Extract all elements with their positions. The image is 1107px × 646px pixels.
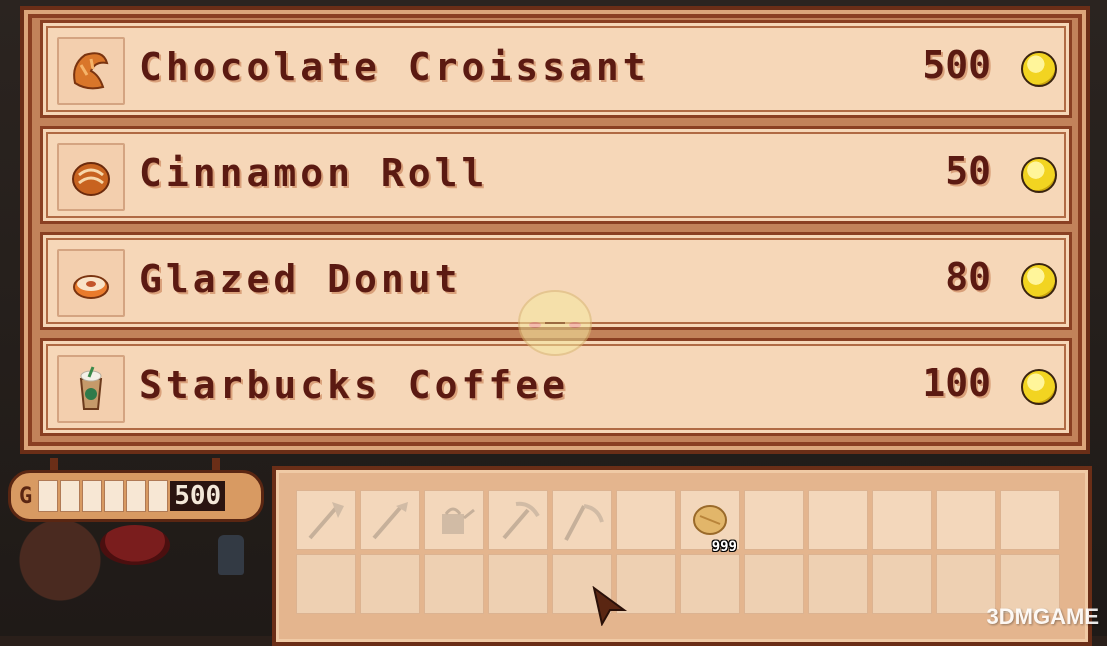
item-price: 100	[922, 361, 991, 405]
money-digit-cell	[38, 480, 59, 512]
item-price: 80	[945, 255, 991, 299]
croissant-icon	[57, 37, 125, 105]
money-digit-cell	[148, 480, 169, 512]
cinnamon-roll-icon	[57, 143, 125, 211]
inventory-slot[interactable]	[1000, 490, 1060, 550]
inventory-slot[interactable]	[360, 490, 420, 550]
inventory-grid: 999	[296, 490, 1060, 614]
donut-icon	[57, 249, 125, 317]
money-digit-cell	[104, 480, 125, 512]
seed-bag-icon	[693, 505, 727, 535]
gold-coin-icon	[1021, 51, 1057, 87]
gold-coin-icon	[1021, 157, 1057, 193]
shop-panel: Chocolate Croissant 500 Cinnamon Roll 50…	[20, 6, 1090, 454]
inventory-slot[interactable]	[296, 554, 356, 614]
inventory-slot[interactable]	[808, 554, 868, 614]
inventory-slot[interactable]	[488, 554, 548, 614]
gold-coin-icon	[1021, 369, 1057, 405]
money-digit-cell	[126, 480, 147, 512]
item-name: Glazed Donut	[139, 257, 462, 301]
watermark-text: 3DMGAME	[986, 604, 1099, 629]
stool	[100, 525, 170, 565]
inventory-slot[interactable]: 999	[680, 490, 740, 555]
money-value: 500	[170, 481, 226, 511]
item-name: Cinnamon Roll	[139, 151, 489, 195]
gold-label: G	[19, 483, 33, 509]
pointer-cursor-icon	[592, 586, 628, 626]
watering-can-icon	[442, 507, 475, 534]
hoe-icon	[372, 502, 408, 540]
item-name: Chocolate Croissant	[139, 45, 650, 89]
money-digit-cell	[82, 480, 103, 512]
axe-icon	[308, 502, 344, 540]
pickaxe-icon	[502, 501, 540, 540]
scythe-icon	[564, 504, 604, 541]
shop-item-row[interactable]: Chocolate Croissant 500	[40, 20, 1072, 118]
gold-coin-icon	[1021, 263, 1057, 299]
inventory-slot[interactable]	[744, 554, 804, 614]
inventory-slot[interactable]	[360, 554, 420, 614]
shop-item-row[interactable]: Cinnamon Roll 50	[40, 126, 1072, 224]
inventory-slot[interactable]	[936, 490, 996, 550]
inventory-slot[interactable]	[488, 490, 548, 550]
item-count: 999	[711, 539, 737, 555]
item-price: 50	[945, 149, 991, 193]
inventory-slot[interactable]	[616, 490, 676, 550]
inventory-panel: 999	[272, 466, 1092, 646]
inventory-slot[interactable]	[808, 490, 868, 550]
money-display: G 500	[8, 470, 264, 522]
inventory-slot[interactable]	[552, 490, 612, 550]
lantern	[218, 535, 244, 575]
item-price: 500	[922, 43, 991, 87]
inventory-slot[interactable]	[872, 490, 932, 550]
inventory-slot[interactable]	[424, 554, 484, 614]
inventory-slot[interactable]	[744, 490, 804, 550]
coffee-cup-icon	[57, 355, 125, 423]
money-digits	[38, 480, 169, 512]
inventory-slot[interactable]	[680, 554, 740, 614]
item-name: Starbucks Coffee	[139, 363, 570, 407]
mascot-watermark-icon	[518, 290, 592, 356]
inventory-slot[interactable]	[424, 490, 484, 550]
inventory-slot[interactable]	[296, 490, 356, 550]
inventory-slot[interactable]	[872, 554, 932, 614]
money-digit-cell	[60, 480, 81, 512]
